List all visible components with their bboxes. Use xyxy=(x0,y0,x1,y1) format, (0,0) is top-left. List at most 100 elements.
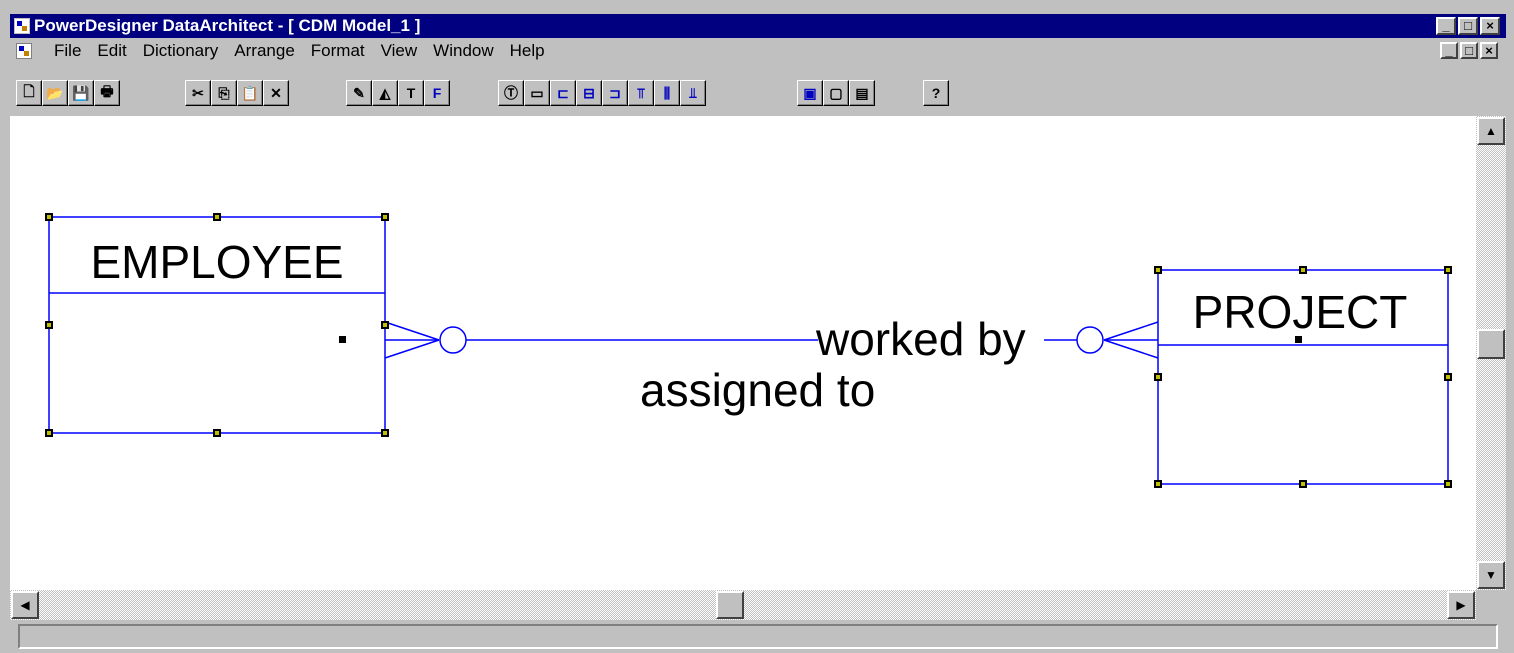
scroll-right-button[interactable]: ▶ xyxy=(1447,591,1475,619)
menu-file[interactable]: File xyxy=(46,41,89,61)
display-entity-button[interactable]: ▢ xyxy=(823,80,849,106)
text-color-button[interactable]: T xyxy=(398,80,424,106)
app-icon[interactable] xyxy=(14,18,30,34)
cut-icon: ✂ xyxy=(192,84,204,101)
title-bar[interactable]: PowerDesigner DataArchitect - [ CDM Mode… xyxy=(10,14,1506,38)
paste-button[interactable]: 📋 xyxy=(237,80,263,106)
toolbar-group: ✎ ◭ T F xyxy=(346,80,450,106)
display-model-button[interactable]: ▣ xyxy=(797,80,823,106)
relationship-role-worked-by: worked by xyxy=(815,313,1026,365)
status-field xyxy=(18,624,1498,649)
diagram-canvas[interactable]: EMPLOYEE PROJECT worked by assigned to xyxy=(10,116,1476,590)
toolbar-group: ? xyxy=(923,80,949,106)
align-middle-button[interactable]: ⫼ xyxy=(654,80,680,106)
copy-button[interactable]: ⎘ xyxy=(211,80,237,106)
entity-project[interactable]: PROJECT xyxy=(1157,269,1449,485)
open-icon: 📂 xyxy=(46,84,64,101)
window-title: PowerDesigner DataArchitect - [ CDM Mode… xyxy=(34,16,421,35)
doc-minimize-button[interactable]: _ xyxy=(1440,42,1458,59)
rectangle-icon: ▭ xyxy=(530,84,544,101)
relationship-line[interactable] xyxy=(384,321,1159,359)
doc-restore-button[interactable]: □ xyxy=(1460,42,1478,59)
vertical-scrollbar[interactable]: ▲ ▼ xyxy=(1476,116,1506,590)
save-icon: 💾 xyxy=(72,84,90,101)
new-button[interactable]: 🗋 xyxy=(16,80,42,106)
horizontal-scrollbar[interactable]: ◀ ▶ xyxy=(10,590,1476,620)
menu-format[interactable]: Format xyxy=(303,41,373,61)
scroll-left-button[interactable]: ◀ xyxy=(11,591,39,619)
arrow-down-icon: ▼ xyxy=(1485,568,1497,582)
align-right-icon: ⊐ xyxy=(609,84,621,101)
resize-handle-center xyxy=(383,323,387,327)
help-button[interactable]: ? xyxy=(923,80,949,106)
vertical-scroll-thumb[interactable] xyxy=(1477,329,1505,359)
align-middle-icon: ⫼ xyxy=(663,84,671,101)
menu-bar: File Edit Dictionary Arrange Format View Windo… xyxy=(10,38,1506,64)
new-icon: 🗋 xyxy=(23,83,35,99)
delete-button[interactable]: ✕ xyxy=(263,80,289,106)
maximize-button[interactable]: □ xyxy=(1458,17,1478,35)
resize-handle-center xyxy=(1446,375,1450,379)
fill-icon: ◭ xyxy=(379,84,391,101)
toolbar-group: 🗋 📂 💾 🖶 xyxy=(16,80,120,106)
toolbar-group: ✂ ⎘ 📋 ✕ xyxy=(185,80,289,106)
menu-arrange[interactable]: Arrange xyxy=(226,41,302,61)
menu-edit[interactable]: Edit xyxy=(89,41,134,61)
resize-handle-center xyxy=(1156,375,1160,379)
font-icon: F xyxy=(432,85,442,101)
diagram-area: EMPLOYEE PROJECT worked by assigned to ▲… xyxy=(10,116,1506,620)
align-top-icon: ⫪ xyxy=(637,84,645,101)
display-attrs-icon: ▤ xyxy=(855,84,869,101)
menu-dictionary[interactable]: Dictionary xyxy=(135,41,227,61)
menu-help[interactable]: Help xyxy=(502,41,553,61)
document-icon[interactable] xyxy=(16,43,32,59)
fill-button[interactable]: ◭ xyxy=(372,80,398,106)
align-right-button[interactable]: ⊐ xyxy=(602,80,628,106)
align-top-button[interactable]: ⫪ xyxy=(628,80,654,106)
resize-handle-center xyxy=(1446,268,1450,272)
entity-employee[interactable]: EMPLOYEE xyxy=(48,216,386,434)
minimize-button[interactable]: _ xyxy=(1436,17,1456,35)
toolbar-group: ▣ ▢ ▤ xyxy=(797,80,875,106)
horizontal-scroll-thumb[interactable] xyxy=(716,591,744,619)
save-button[interactable]: 💾 xyxy=(68,80,94,106)
resize-handle-center xyxy=(1301,268,1305,272)
status-bar xyxy=(10,620,1506,653)
arrow-up-icon: ▲ xyxy=(1485,124,1497,138)
restore-icon: □ xyxy=(1465,43,1473,58)
font-button[interactable]: F xyxy=(424,80,450,106)
align-center-button[interactable]: ⊟ xyxy=(576,80,602,106)
cut-button[interactable]: ✂ xyxy=(185,80,211,106)
scroll-down-button[interactable]: ▼ xyxy=(1477,561,1505,589)
minimize-icon: _ xyxy=(1442,18,1450,33)
menu-view[interactable]: View xyxy=(373,41,426,61)
minimize-icon: _ xyxy=(1445,43,1453,58)
scroll-corner xyxy=(1476,590,1506,620)
rectangle-button[interactable]: ▭ xyxy=(524,80,550,106)
maximize-icon: □ xyxy=(1464,18,1472,33)
text-tool-button[interactable]: Ⓣ xyxy=(498,80,524,106)
close-button[interactable]: × xyxy=(1480,17,1500,35)
open-button[interactable]: 📂 xyxy=(42,80,68,106)
close-icon: × xyxy=(1485,43,1493,58)
align-left-button[interactable]: ⊏ xyxy=(550,80,576,106)
text-color-icon: T xyxy=(406,85,416,101)
paste-icon: 📋 xyxy=(241,84,259,101)
pencil-button[interactable]: ✎ xyxy=(346,80,372,106)
doc-close-button[interactable]: × xyxy=(1480,42,1498,59)
scroll-up-button[interactable]: ▲ xyxy=(1477,117,1505,145)
delete-icon: ✕ xyxy=(270,84,282,101)
display-attrs-button[interactable]: ▤ xyxy=(849,80,875,106)
print-button[interactable]: 🖶 xyxy=(94,80,120,106)
resize-handle-center xyxy=(383,431,387,435)
entity-employee-name: EMPLOYEE xyxy=(90,236,343,288)
toolbar: 🗋 📂 💾 🖶 ✂ ⎘ 📋 ✕ ✎ ◭ T F Ⓣ ▭ ⊏ ⊟ ⊐ ⫪ ⫼ ⫫ ▣ ▢ ▤? xyxy=(10,66,1506,116)
align-bottom-button[interactable]: ⫫ xyxy=(680,80,706,106)
align-left-icon: ⊏ xyxy=(557,84,569,101)
copy-icon: ⎘ xyxy=(218,84,230,101)
resize-handle-center xyxy=(1156,482,1160,486)
menu-window[interactable]: Window xyxy=(425,41,501,61)
resize-handle-center xyxy=(215,215,219,219)
display-model-icon: ▣ xyxy=(803,84,817,101)
resize-handle-center xyxy=(1301,482,1305,486)
